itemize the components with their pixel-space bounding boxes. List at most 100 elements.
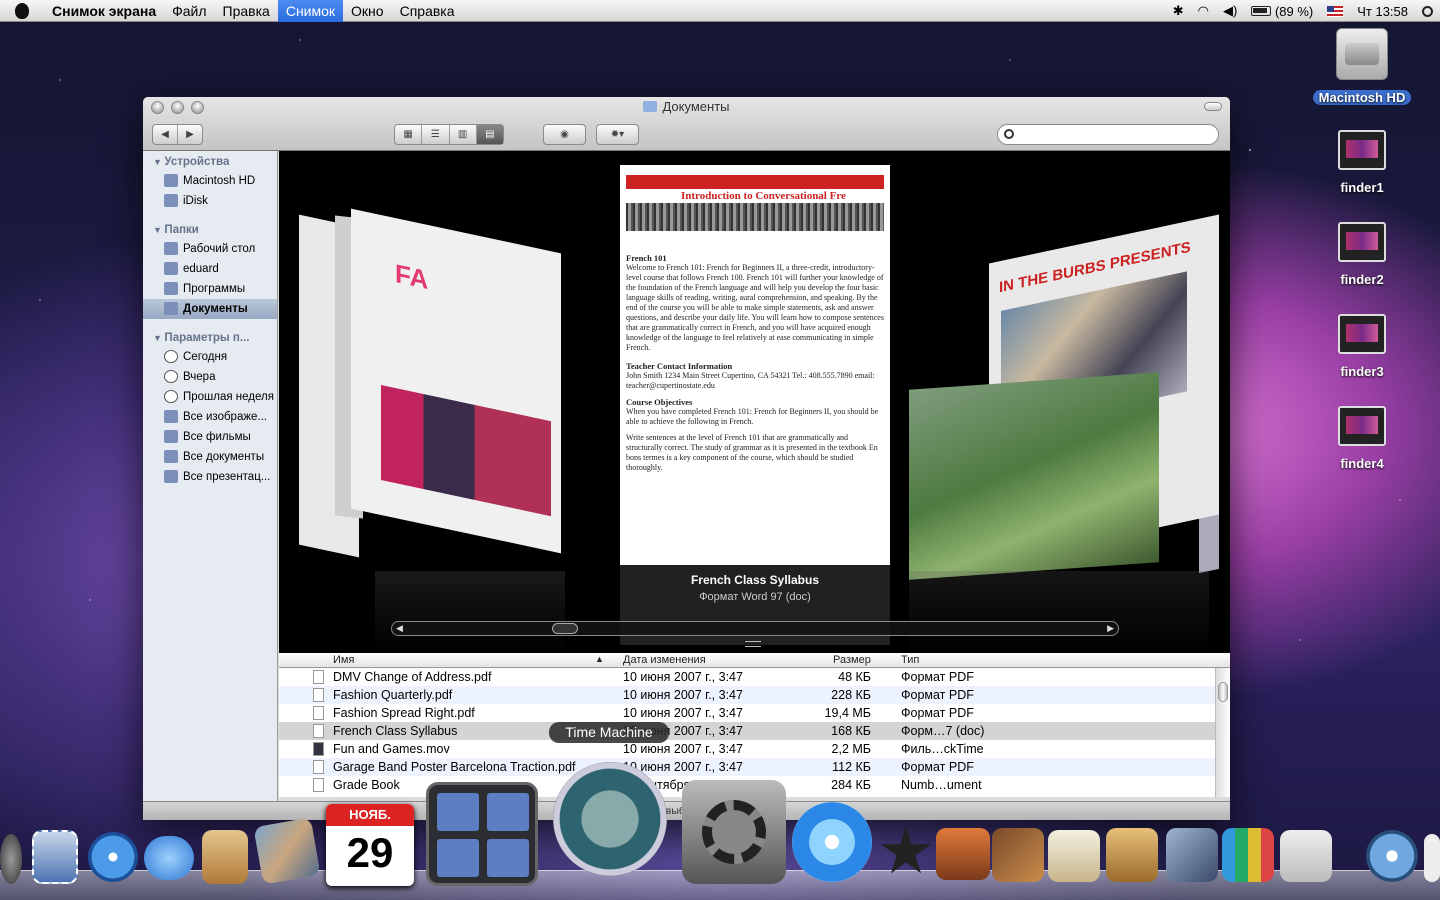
dock-script-editor-icon[interactable] [1166,828,1218,882]
quick-look-button[interactable]: ◉ [543,124,586,145]
bluetooth-icon[interactable]: ✱ [1166,0,1191,22]
table-row[interactable]: DMV Change of Address.pdf 10 июня 2007 г.… [279,668,1230,686]
column-header-size[interactable]: Размер [833,654,871,668]
sidebar-header-devices[interactable]: Устройства [143,151,277,171]
menu-clock[interactable]: Чт 13:58 [1350,0,1415,22]
list-vertical-scrollbar[interactable] [1215,668,1230,797]
dock-numbers-icon[interactable] [1222,828,1274,882]
scroll-thumb[interactable] [1218,682,1228,702]
desktop-icon-finder4[interactable]: finder4 [1312,406,1412,471]
back-arrow-icon[interactable]: ◀ [153,125,178,144]
sidebar-item-documents[interactable]: Документы [143,299,277,319]
cover-movie-thumbnail[interactable] [909,372,1159,580]
dock-itunes-icon[interactable] [792,802,872,882]
desktop-icon-label: Macintosh HD [1312,90,1412,105]
dock-installer-icon[interactable] [1366,830,1418,882]
dock-ical-icon[interactable]: НОЯБ. 29 [326,804,414,886]
file-type: Формат PDF [901,706,974,720]
forward-arrow-icon[interactable]: ▶ [178,125,202,144]
dock-keynote-icon[interactable] [1106,828,1158,882]
table-row-selected[interactable]: French Class Syllabus 10 июня 2007 г., 3:… [279,722,1230,740]
dock-pages-icon[interactable] [1048,830,1100,882]
column-view-button[interactable]: ▥ [450,125,477,144]
toolbar-toggle-button[interactable] [1204,102,1222,111]
icon-view-button[interactable]: ▦ [395,125,423,144]
sidebar-header-search-for[interactable]: Параметры п... [143,327,277,347]
spotlight-icon[interactable] [1415,0,1440,22]
dock-safari-icon[interactable] [88,832,138,882]
calendar-day: 29 [346,829,394,876]
cover-fashion-page[interactable] [351,208,561,554]
dock-documents-stack-icon[interactable] [1424,834,1440,882]
scroll-left-arrow-icon[interactable]: ◀ [396,623,403,634]
sidebar-item-idisk[interactable]: iDisk [143,191,277,211]
wifi-icon[interactable]: ◠ [1191,0,1216,22]
desktop-icon-macintosh-hd[interactable]: Macintosh HD [1312,28,1412,105]
sidebar-item-macintosh-hd[interactable]: Macintosh HD [143,171,277,191]
sidebar-item-desktop[interactable]: Рабочий стол [143,239,277,259]
menu-app-name[interactable]: Снимок экрана [44,0,164,22]
file-name: DMV Change of Address.pdf [333,670,492,684]
dock-dashboard-icon[interactable] [0,834,22,884]
resize-grip-handle[interactable] [745,641,761,647]
menu-help[interactable]: Справка [392,0,463,22]
menu-capture[interactable]: Снимок [277,0,344,22]
sidebar-item-all-presentations[interactable]: Все презентац... [143,467,277,487]
action-menu-button[interactable]: ✹▾ [596,124,639,145]
table-row[interactable]: Fun and Games.mov 10 июня 2007 г., 3:47 2,… [279,740,1230,758]
document-objectives-detail: Write sentences at the level of French 1… [626,433,878,472]
sidebar-item-applications[interactable]: Программы [143,279,277,299]
sidebar-item-yesterday[interactable]: Вчера [143,367,277,387]
sidebar-item-all-documents[interactable]: Все документы [143,447,277,467]
scroll-right-arrow-icon[interactable]: ▶ [1107,623,1114,634]
sidebar-item-label: Все фильмы [183,431,251,443]
dock-garageband-icon[interactable] [992,828,1044,882]
coverflow-view-button[interactable]: ▤ [476,125,503,144]
dock-spaces-icon[interactable] [426,782,538,886]
cover-selected-document[interactable]: Introduction to Conversational Fre Frenc… [620,165,890,565]
input-source-flag-icon[interactable] [1320,0,1350,22]
smart-folder-icon [164,470,178,483]
desktop-icon-finder1[interactable]: finder1 [1312,130,1412,195]
table-row[interactable]: Fashion Quarterly.pdf 10 июня 2007 г., 3:… [279,686,1230,704]
sidebar-item-all-images[interactable]: Все изображе... [143,407,277,427]
pdf-file-icon [313,706,324,720]
table-row[interactable]: Fashion Spread Right.pdf 10 июня 2007 г.,… [279,704,1230,722]
battery-percent: (89 %) [1274,3,1314,19]
dock-grab-icon[interactable] [1280,830,1332,882]
column-header-date[interactable]: Дата изменения [623,654,706,668]
dock-ichat-icon[interactable] [144,836,194,880]
volume-icon[interactable]: ◀) [1216,0,1244,22]
dock-mail-icon[interactable] [32,830,78,884]
file-name: Garage Band Poster Barcelona Traction.pd… [333,760,576,774]
menu-bar: Снимок экрана Файл Правка Снимок Окно Сп… [0,0,1440,22]
dock-system-preferences-icon[interactable] [682,780,786,884]
sidebar-header-places[interactable]: Папки [143,219,277,239]
file-size: 112 КБ [832,760,871,774]
sidebar-item-today[interactable]: Сегодня [143,347,277,367]
column-header-name[interactable]: Имя [333,654,354,668]
file-type: Numb…ument [901,778,982,792]
apple-menu-icon[interactable] [0,0,44,22]
document-objectives-heading: Course Objectives [626,397,693,407]
dock-iphoto-icon[interactable] [253,817,321,885]
battery-status[interactable]: (89 %) [1244,0,1320,22]
dock-photo-booth-icon[interactable] [936,828,990,880]
sidebar-item-all-movies[interactable]: Все фильмы [143,427,277,447]
cover-flow-scroll-thumb[interactable] [552,623,578,634]
sidebar-item-past-week[interactable]: Прошлая неделя [143,387,277,407]
menu-file[interactable]: Файл [164,0,214,22]
cover-flow-view[interactable]: Introduction to Conversational Fre Frenc… [279,151,1230,653]
table-row[interactable]: Garage Band Poster Barcelona Traction.pd… [279,758,1230,776]
desktop-icon-finder3[interactable]: finder3 [1312,314,1412,379]
sidebar-item-home[interactable]: eduard [143,259,277,279]
search-input[interactable] [997,124,1219,145]
desktop-icon-finder2[interactable]: finder2 [1312,222,1412,287]
dock-address-book-icon[interactable] [202,830,248,884]
column-header-type[interactable]: Тип [901,654,919,668]
dock-time-machine-icon[interactable] [553,762,667,876]
list-view-button[interactable]: ☰ [422,125,450,144]
menu-window[interactable]: Окно [343,0,392,22]
cover-flow-scrollbar[interactable]: ◀ ▶ [391,621,1119,636]
menu-edit[interactable]: Правка [215,0,278,22]
